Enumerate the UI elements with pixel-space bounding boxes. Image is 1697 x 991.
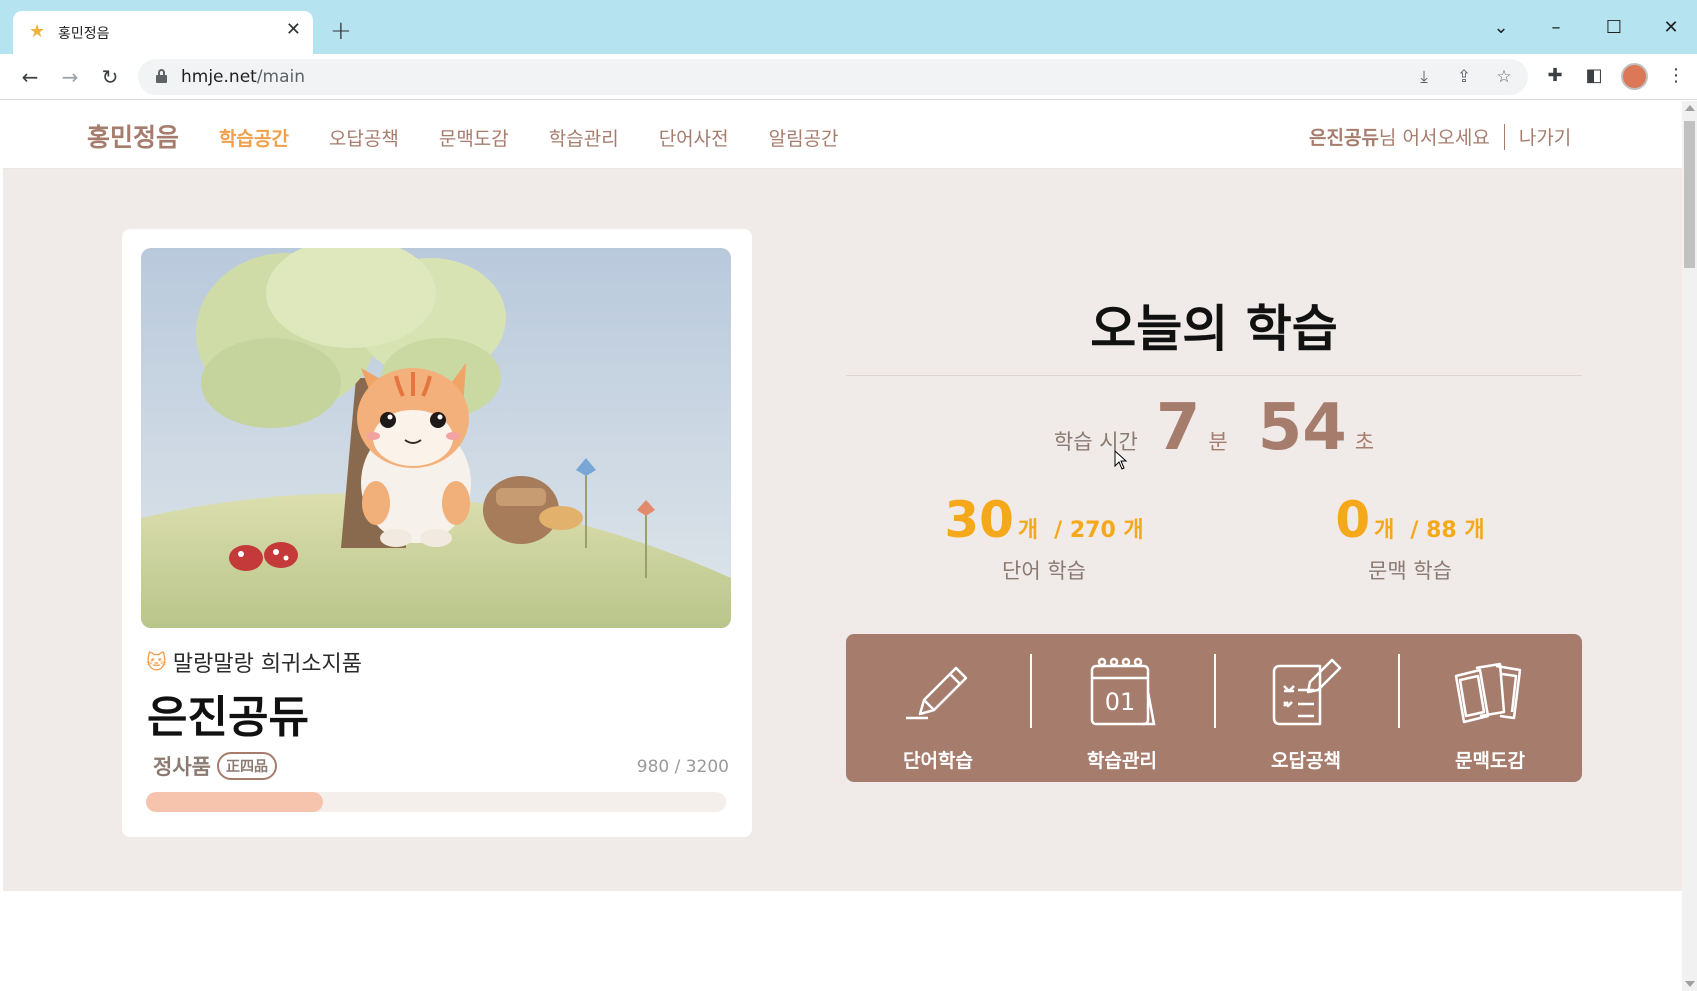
reload-icon[interactable]: ↻ [95, 62, 125, 92]
mouse-cursor-icon [1114, 450, 1128, 470]
web-page: 홍민정음 학습공간 오답공책 문맥도감 학습관리 단어사전 알림공간 은진공듀 … [3, 101, 1682, 991]
time-seconds: 54 [1257, 391, 1347, 465]
context-study-count: 0 개 / 88 개 [1270, 491, 1550, 549]
quick-menu: 단어학습 01 학습관리 오답공책 문맥도감 [846, 634, 1582, 782]
rank-label: 정사품 [153, 755, 211, 779]
user-divider [1503, 123, 1505, 150]
cat-icon: 🐱 [146, 650, 167, 674]
exp-text: 980 / 3200 [636, 757, 729, 777]
scroll-thumb[interactable] [1684, 121, 1695, 268]
tab-title: 홍민정음 [58, 26, 110, 42]
tab-search-icon[interactable]: ⌄ [1486, 12, 1516, 42]
time-minutes-unit: 분 [1208, 430, 1228, 454]
character-illustration [141, 248, 731, 628]
install-icon[interactable]: ⤓ [1412, 65, 1436, 89]
extensions-icon[interactable]: ✚ [1542, 62, 1568, 88]
minimize-icon[interactable]: – [1541, 12, 1571, 42]
page-scrollbar[interactable] [1682, 101, 1697, 991]
main-nav: 학습공간 오답공책 문맥도감 학습관리 단어사전 알림공간 [219, 124, 879, 151]
rank-line: 정사품 正四品 [153, 751, 277, 781]
context-study-label: 문맥 학습 [1368, 559, 1452, 583]
user-name: 은진공듀 [1309, 127, 1379, 149]
forward-icon[interactable]: → [55, 62, 85, 92]
time-seconds-unit: 초 [1354, 430, 1375, 454]
site-logo[interactable]: 홍민정음 [87, 118, 179, 154]
menu-study-manage[interactable]: 01 학습관리 [1030, 634, 1214, 782]
menu-word-study[interactable]: 단어학습 [846, 634, 1030, 782]
site-header: 홍민정음 학습공간 오답공책 문맥도감 학습관리 단어사전 알림공간 은진공듀 … [3, 101, 1682, 169]
profile-avatar[interactable] [1621, 63, 1648, 90]
scroll-down-icon[interactable] [1685, 981, 1695, 987]
context-count: 0 [1335, 491, 1371, 549]
url-text[interactable]: hmje.net/main [181, 67, 305, 87]
menu-icon[interactable]: ⋮ [1663, 62, 1689, 88]
lock-icon [156, 69, 167, 83]
nav-notice[interactable]: 알림공간 [769, 124, 839, 151]
browser-titlebar: ★ 홍민정음 ✕ + ⌄ – ☐ ✕ [0, 0, 1697, 54]
word-study-label: 단어 학습 [1002, 559, 1086, 583]
main-content: 🐱 말랑말랑 희귀소지품 은진공듀 정사품 正四品 980 / 3200 오늘의… [3, 169, 1682, 891]
maximize-icon[interactable]: ☐ [1599, 12, 1629, 42]
context-study-stat: 0 개 / 88 개 문맥 학습 [1270, 491, 1550, 585]
menu-label-word-study: 단어학습 [903, 750, 973, 772]
title-divider [846, 375, 1582, 376]
menu-context-book[interactable]: 문맥도감 [1398, 634, 1582, 782]
favicon-icon: ★ [29, 21, 46, 42]
exp-progress-fill [146, 792, 324, 812]
address-bar[interactable]: hmje.net/main ⤓ ⇪ ☆ [138, 59, 1528, 95]
checklist-icon [1272, 658, 1342, 726]
word-study-stat: 30 개 / 270 개 단어 학습 [904, 491, 1184, 585]
back-icon[interactable]: ← [15, 62, 45, 92]
nav-dictionary[interactable]: 단어사전 [659, 124, 729, 151]
scroll-up-icon[interactable] [1685, 105, 1695, 111]
study-time: 학습 시간 7 분 54 초 [846, 391, 1582, 465]
context-count-unit: 개 [1374, 518, 1395, 543]
rank-badge: 正四品 [216, 752, 277, 780]
exp-progress-bar [146, 792, 726, 812]
menu-label-study-manage: 학습관리 [1087, 750, 1157, 772]
word-count-unit: 개 [1017, 518, 1039, 543]
new-tab-icon[interactable]: + [330, 18, 352, 44]
browser-tab[interactable]: ★ 홍민정음 ✕ [13, 11, 313, 54]
word-total: / 270 개 [1054, 518, 1144, 543]
profile-card: 🐱 말랑말랑 희귀소지품 은진공듀 정사품 正四品 980 / 3200 [122, 229, 752, 837]
context-total: / 88 개 [1410, 518, 1485, 543]
svg-text:01: 01 [1105, 688, 1136, 716]
menu-label-context-book: 문맥도감 [1455, 750, 1525, 772]
cards-icon [1454, 662, 1522, 724]
nav-context-book[interactable]: 문맥도감 [439, 124, 509, 151]
character-name: 은진공듀 [147, 692, 309, 743]
today-title: 오늘의 학습 [1090, 300, 1338, 358]
time-minutes: 7 [1155, 391, 1201, 465]
word-count: 30 [944, 491, 1014, 549]
star-icon[interactable]: ☆ [1492, 65, 1516, 89]
menu-label-wrong-notes: 오답공책 [1271, 750, 1341, 772]
logout-link[interactable]: 나가기 [1519, 123, 1571, 150]
share-icon[interactable]: ⇪ [1452, 65, 1476, 89]
pencil-icon [906, 666, 968, 720]
stage-line: 🐱 말랑말랑 희귀소지품 [146, 646, 362, 678]
nav-wrong-notes[interactable]: 오답공책 [329, 124, 399, 151]
stage-label: 말랑말랑 희귀소지품 [172, 652, 363, 677]
browser-toolbar: ← → ↻ hmje.net/main ⤓ ⇪ ☆ ✚ ◧ ⋮ [0, 54, 1697, 100]
user-greeting: 님 어서오세요 [1378, 127, 1490, 149]
nav-study-space[interactable]: 학습공간 [219, 124, 289, 151]
close-tab-icon[interactable]: ✕ [286, 20, 301, 40]
sidebar-icon[interactable]: ◧ [1581, 62, 1607, 88]
word-study-count: 30 개 / 270 개 [904, 491, 1184, 549]
close-window-icon[interactable]: ✕ [1656, 12, 1686, 42]
user-area: 은진공듀 님 어서오세요 나가기 [1309, 123, 1571, 150]
calendar-icon: 01 [1090, 657, 1156, 726]
nav-study-manage[interactable]: 학습관리 [549, 124, 619, 151]
menu-wrong-notes[interactable]: 오답공책 [1214, 634, 1398, 782]
